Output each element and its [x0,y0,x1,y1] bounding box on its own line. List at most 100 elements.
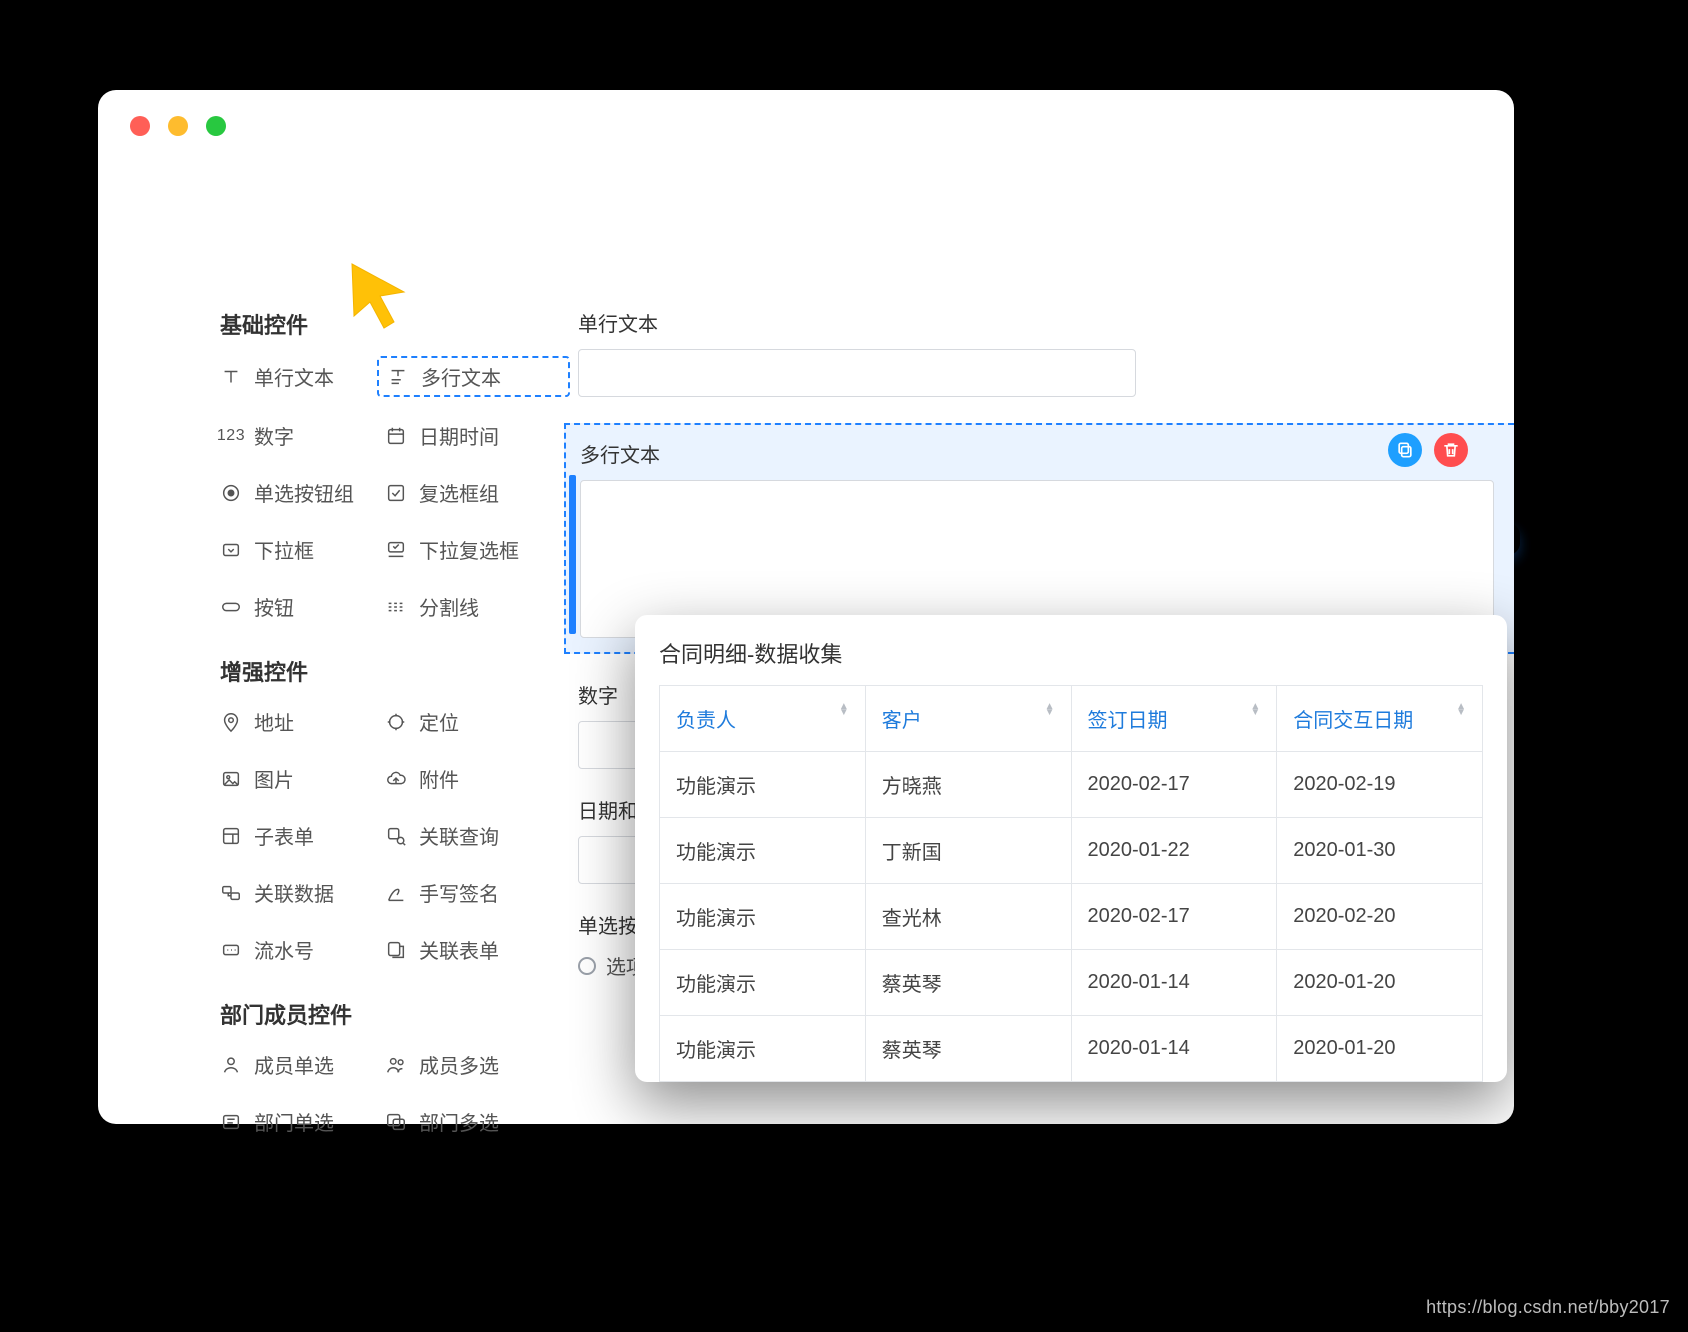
widget-label: 成员多选 [419,1050,499,1079]
widget-location[interactable]: 定位 [385,707,560,736]
col-exchange-date[interactable]: 合同交互日期 [1277,686,1483,752]
table-row[interactable]: 功能演示蔡英琴2020-01-142020-01-20 [660,1016,1483,1082]
divider-icon [385,596,407,618]
table-row[interactable]: 功能演示方晓燕2020-02-172020-02-19 [660,752,1483,818]
col-label: 客户 [882,710,922,732]
text-input[interactable] [578,349,1136,397]
field-single-line[interactable]: 单行文本 [578,308,1514,397]
copy-field-button[interactable] [1388,433,1422,467]
col-sign-date[interactable]: 签订日期 [1071,686,1277,752]
serial-icon [220,939,242,961]
col-customer[interactable]: 客户 [865,686,1071,752]
cell-owner: 功能演示 [660,950,866,1016]
button-icon [220,596,242,618]
multiselect-icon [385,539,407,561]
widget-single-line[interactable]: 单行文本 [220,360,385,393]
data-popover: 合同明细-数据收集 负责人 客户 签订日期 合同交互日期 功能演示方晓燕2020… [635,615,1507,1082]
widget-address[interactable]: 地址 [220,707,385,736]
cell-customer: 查光林 [865,884,1071,950]
checkbox-icon [385,482,407,504]
cell-sign_date: 2020-02-17 [1071,752,1277,818]
widget-label: 单选按钮组 [254,478,354,507]
minimize-dot[interactable] [168,116,188,136]
widget-palette: 基础控件 单行文本 多行文本 123数字 日期时间 单选按钮组 复选框组 下拉框… [220,308,560,1136]
widget-link-form[interactable]: 关联表单 [385,935,560,964]
widget-member-multi[interactable]: 成员多选 [385,1050,560,1079]
widget-label: 手写签名 [419,878,499,907]
signature-icon [385,882,407,904]
sort-icon[interactable] [1045,704,1055,716]
widget-subform[interactable]: 子表单 [220,821,385,850]
radio-circle-icon [578,957,596,975]
cell-customer: 方晓燕 [865,752,1071,818]
widget-dept-single[interactable]: 部门单选 [220,1107,385,1136]
widget-serial[interactable]: 流水号 [220,935,385,964]
widget-label: 复选框组 [419,478,499,507]
widget-checkbox-group[interactable]: 复选框组 [385,478,560,507]
cell-sign_date: 2020-01-14 [1071,1016,1277,1082]
users-icon [385,1054,407,1076]
cell-exchange_date: 2020-01-20 [1277,950,1483,1016]
widget-label: 部门单选 [254,1107,334,1136]
widget-divider[interactable]: 分割线 [385,592,560,621]
widget-number[interactable]: 123 数字 [220,421,385,450]
sort-icon[interactable] [1250,704,1260,716]
widget-label: 定位 [419,707,459,736]
widget-label: 附件 [419,764,459,793]
widget-image[interactable]: 图片 [220,764,385,793]
subform-icon [220,825,242,847]
number-icon: 123 [220,425,242,447]
widget-label: 子表单 [254,821,314,850]
widget-label: 图片 [254,764,294,793]
table-row[interactable]: 功能演示查光林2020-02-172020-02-20 [660,884,1483,950]
widget-datetime[interactable]: 日期时间 [385,421,560,450]
select-icon [220,539,242,561]
linkdata-icon [220,882,242,904]
widget-multi-line[interactable]: 多行文本 [377,356,570,397]
widget-lookup[interactable]: 关联查询 [385,821,560,850]
cell-owner: 功能演示 [660,818,866,884]
deptmulti-icon [385,1111,407,1133]
delete-field-button[interactable] [1434,433,1468,467]
sort-icon[interactable] [839,704,849,716]
zoom-dot[interactable] [206,116,226,136]
linkform-icon [385,939,407,961]
close-dot[interactable] [130,116,150,136]
widget-label: 单行文本 [254,362,334,391]
widget-label: 部门多选 [419,1107,499,1136]
cloud-icon [385,768,407,790]
table-row[interactable]: 功能演示蔡英琴2020-01-142020-01-20 [660,950,1483,1016]
widget-label: 关联查询 [419,821,499,850]
widget-multi-select[interactable]: 下拉复选框 [385,535,560,564]
watermark: https://blog.csdn.net/bby2017 [1426,1297,1670,1318]
cell-exchange_date: 2020-01-30 [1277,818,1483,884]
cell-sign_date: 2020-01-14 [1071,950,1277,1016]
widget-member-single[interactable]: 成员单选 [220,1050,385,1079]
cell-exchange_date: 2020-02-20 [1277,884,1483,950]
cell-customer: 丁新国 [865,818,1071,884]
field-label: 单行文本 [578,308,1514,337]
section-member-title: 部门成员控件 [220,998,560,1030]
widget-link-data[interactable]: 关联数据 [220,878,385,907]
field-label: 多行文本 [580,439,1500,468]
col-owner[interactable]: 负责人 [660,686,866,752]
widget-dept-multi[interactable]: 部门多选 [385,1107,560,1136]
widget-radio-group[interactable]: 单选按钮组 [220,478,385,507]
widget-label: 流水号 [254,935,314,964]
widget-select[interactable]: 下拉框 [220,535,385,564]
widget-button[interactable]: 按钮 [220,592,385,621]
text-icon [220,366,242,388]
widget-label: 数字 [254,421,294,450]
image-icon [220,768,242,790]
cell-customer: 蔡英琴 [865,950,1071,1016]
table-row[interactable]: 功能演示丁新国2020-01-222020-01-30 [660,818,1483,884]
widget-label: 下拉复选框 [419,535,519,564]
cell-sign_date: 2020-01-22 [1071,818,1277,884]
widget-label: 日期时间 [419,421,499,450]
window-controls [130,116,226,136]
radio-icon [220,482,242,504]
sort-icon[interactable] [1456,704,1466,716]
data-table: 负责人 客户 签订日期 合同交互日期 功能演示方晓燕2020-02-172020… [659,685,1483,1082]
widget-signature[interactable]: 手写签名 [385,878,560,907]
widget-attachment[interactable]: 附件 [385,764,560,793]
